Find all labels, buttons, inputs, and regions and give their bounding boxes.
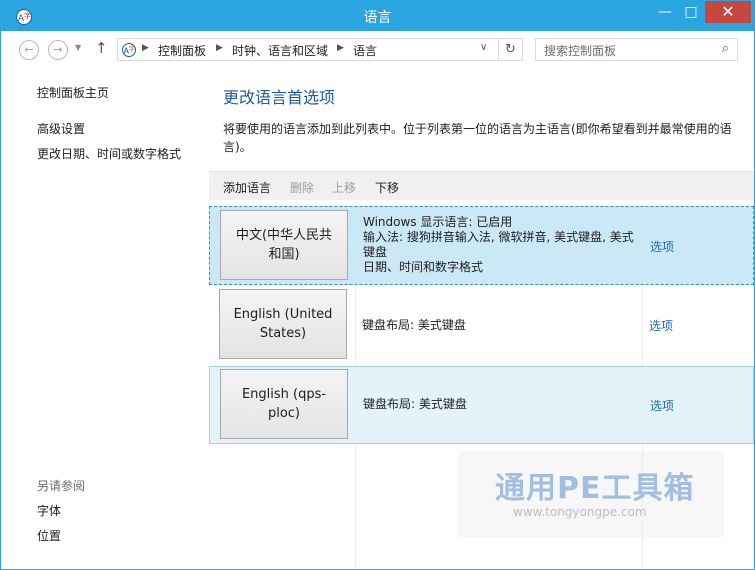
- options-link[interactable]: 选项: [650, 397, 674, 414]
- window-title: 语言: [363, 10, 392, 26]
- breadcrumb-separator-icon[interactable]: ▶: [216, 43, 223, 53]
- move-down-button[interactable]: 下移: [375, 179, 399, 196]
- breadcrumb-separator-icon[interactable]: ▶: [142, 43, 149, 53]
- change-date-time-format-link[interactable]: 更改日期、时间或数字格式: [37, 145, 181, 162]
- up-button[interactable]: ↑: [95, 39, 108, 57]
- language-info-line: 键盘布局: 美式键盘: [363, 397, 467, 411]
- control-panel-home-link[interactable]: 控制面板主页: [37, 84, 109, 101]
- language-name-button[interactable]: English (qps-ploc): [220, 369, 348, 439]
- language-info-line: 键盘布局: 美式键盘: [362, 318, 466, 332]
- search-input[interactable]: 搜索控制面板 ⌕: [535, 38, 738, 61]
- breadcrumb-language[interactable]: 语言: [353, 42, 377, 59]
- close-button[interactable]: ✕: [705, 1, 751, 23]
- list-item[interactable]: English (qps-ploc) 键盘布局: 美式键盘 选项: [209, 366, 754, 444]
- forward-button[interactable]: →: [48, 40, 68, 60]
- add-language-button[interactable]: 添加语言: [223, 179, 271, 196]
- language-info-line: Windows 显示语言: 已启用: [363, 215, 513, 229]
- options-link[interactable]: 选项: [649, 317, 673, 334]
- back-button[interactable]: ←: [19, 40, 39, 60]
- search-placeholder: 搜索控制面板: [544, 44, 617, 58]
- watermark-title: 通用PE工具箱: [495, 471, 695, 506]
- language-toolbar: 添加语言 删除 上移 下移: [209, 171, 754, 200]
- left-pane: 控制面板主页 高级设置 更改日期、时间或数字格式 另请参阅 字体 位置: [1, 67, 208, 569]
- language-name-button[interactable]: English (United States): [219, 289, 347, 359]
- move-up-button[interactable]: 上移: [332, 179, 356, 196]
- language-app-icon: A 字: [122, 43, 136, 57]
- page-title: 更改语言首选项: [223, 88, 336, 107]
- location-link[interactable]: 位置: [37, 527, 61, 544]
- search-icon[interactable]: ⌕: [722, 41, 729, 56]
- advanced-settings-link[interactable]: 高级设置: [37, 120, 85, 137]
- language-info: 键盘布局: 美式键盘: [362, 318, 640, 333]
- language-info: Windows 显示语言: 已启用 输入法: 搜狗拼音输入法, 微软拼音, 美式…: [363, 215, 641, 275]
- watermark-url: www.tongyongpe.com: [513, 505, 647, 519]
- refresh-button[interactable]: ↻: [499, 38, 523, 61]
- language-window: A 字 语言 — □ ✕ ← → ▼ ↑ A 字 ▶ 控制面板 ▶ 时钟、语言和…: [0, 0, 755, 570]
- address-dropdown-icon[interactable]: ∨: [480, 42, 487, 53]
- breadcrumb-control-panel[interactable]: 控制面板: [158, 42, 206, 59]
- options-link[interactable]: 选项: [650, 238, 674, 255]
- fonts-link[interactable]: 字体: [37, 502, 61, 519]
- page-description: 将要使用的语言添加到此列表中。位于列表第一位的语言为主语言(即你希望看到并最常使…: [223, 122, 732, 154]
- breadcrumb-separator-icon[interactable]: ▶: [337, 43, 344, 53]
- language-name-button[interactable]: 中文(中华人民共和国): [220, 210, 348, 280]
- address-bar[interactable]: A 字 ▶ 控制面板 ▶ 时钟、语言和区域 ▶ 语言 ∨: [117, 38, 499, 61]
- navigation-bar: ← → ▼ ↑ A 字 ▶ 控制面板 ▶ 时钟、语言和区域 ▶ 语言 ∨ ↻ 搜…: [1, 31, 754, 67]
- language-info: 键盘布局: 美式键盘: [363, 397, 641, 412]
- remove-button[interactable]: 删除: [290, 179, 314, 196]
- recent-locations-chevron-icon[interactable]: ▼: [75, 43, 81, 52]
- see-also-heading: 另请参阅: [37, 479, 86, 493]
- language-info-line: 输入法: 搜狗拼音输入法, 微软拼音, 美式键盘, 美式键盘: [363, 230, 634, 259]
- breadcrumb-clock-language-region[interactable]: 时钟、语言和区域: [232, 42, 328, 59]
- svg-text:字: 字: [129, 45, 135, 53]
- minimize-button[interactable]: —: [652, 1, 678, 23]
- watermark: 通用PE工具箱 www.tongyongpe.com: [458, 451, 724, 537]
- maximize-button[interactable]: □: [678, 1, 704, 23]
- title-bar[interactable]: A 字 语言 — □ ✕: [1, 1, 754, 31]
- list-item[interactable]: English (United States) 键盘布局: 美式键盘 选项: [209, 286, 754, 365]
- language-info-line: 日期、时间和数字格式: [363, 260, 484, 274]
- list-item[interactable]: 中文(中华人民共和国) Windows 显示语言: 已启用 输入法: 搜狗拼音输…: [209, 206, 754, 285]
